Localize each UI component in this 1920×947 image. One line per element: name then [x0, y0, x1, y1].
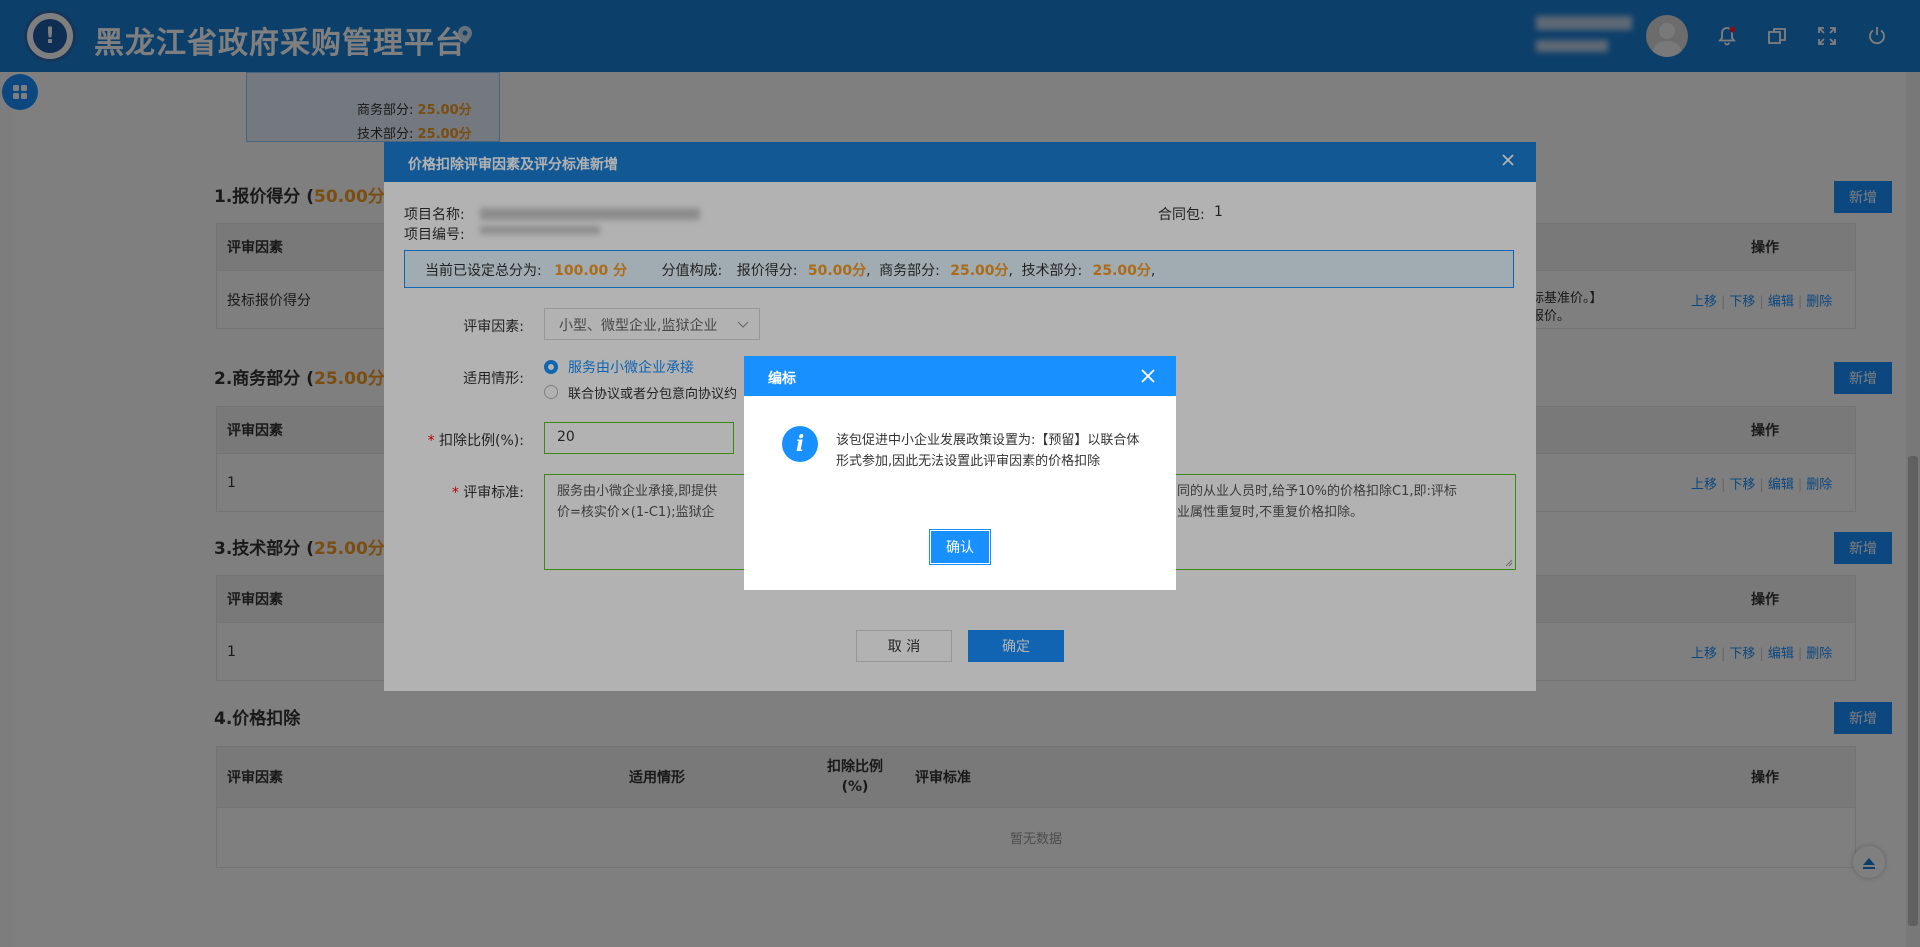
- alert-confirm-button[interactable]: 确认: [930, 530, 990, 564]
- info-icon: i: [782, 426, 818, 462]
- close-icon[interactable]: [1140, 368, 1156, 384]
- alert-title: 编标: [768, 371, 796, 387]
- alert-dialog: 编标 i 该包促进中小企业发展政策设置为:【预留】以联合体形式参加,因此无法设置…: [744, 356, 1176, 590]
- alert-message: 该包促进中小企业发展政策设置为:【预留】以联合体形式参加,因此无法设置此评审因素…: [836, 433, 1140, 469]
- alert-header: 编标: [744, 356, 1176, 396]
